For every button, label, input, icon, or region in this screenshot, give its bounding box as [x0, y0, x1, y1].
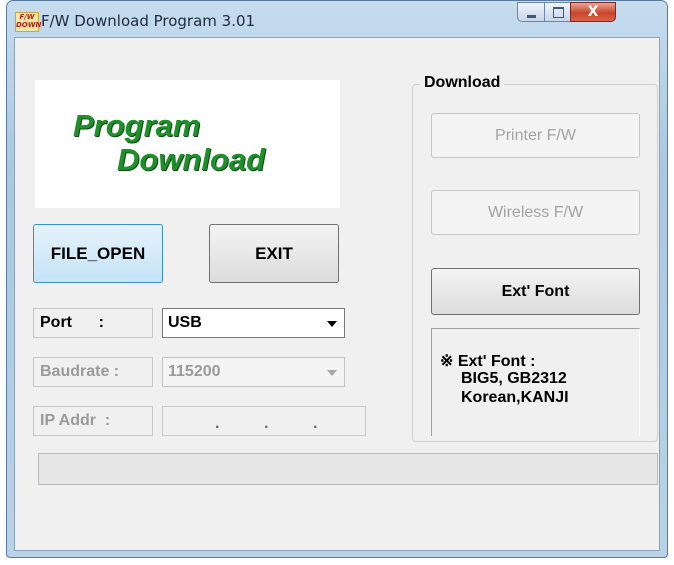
baudrate-value: 115200 [168, 363, 221, 380]
progress-bar [38, 453, 658, 485]
wireless-fw-button: Wireless F/W [431, 190, 640, 235]
title-bar[interactable]: F/W DOWN F/W Download Program 3.01 X [7, 1, 667, 37]
ip-separator: . [313, 415, 318, 432]
chevron-down-icon [327, 370, 337, 376]
app-window: F/W DOWN F/W Download Program 3.01 X Pro… [6, 0, 668, 558]
baudrate-label: Baudrate : [33, 357, 153, 387]
ext-font-info-title: ※ Ext' Font : [440, 353, 536, 370]
download-group-title: Download [420, 74, 505, 92]
ext-font-info-line: Korean,KANJI [461, 389, 569, 406]
program-download-logo: Program Download [35, 80, 340, 208]
close-button[interactable]: X [570, 2, 616, 22]
client-area: Program Download FILE_OPEN EXIT Port : U… [14, 37, 660, 551]
port-value: USB [168, 314, 202, 331]
exit-button[interactable]: EXIT [209, 224, 339, 283]
logo-line-1: Program [73, 108, 201, 143]
window-title: F/W Download Program 3.01 [41, 12, 256, 30]
app-icon-line-2: DOWN [16, 21, 42, 29]
port-select[interactable]: USB [162, 308, 345, 338]
ext-font-info-line: BIG5, GB2312 [461, 370, 567, 387]
ip-address-label: IP Addr : [33, 406, 153, 436]
file-open-button[interactable]: FILE_OPEN [33, 224, 163, 283]
baudrate-select: 115200 [162, 357, 345, 387]
printer-fw-button: Printer F/W [431, 113, 640, 158]
maximize-button[interactable] [544, 2, 571, 22]
close-icon: X [587, 4, 599, 20]
app-icon: F/W DOWN [15, 12, 42, 32]
ext-font-info: ※ Ext' Font : BIG5, GB2312 Korean,KANJI [431, 328, 640, 436]
port-label: Port : [33, 308, 153, 338]
chevron-down-icon[interactable] [327, 321, 337, 327]
ext-font-button[interactable]: Ext' Font [431, 268, 640, 315]
app-icon-line-1: F/W [19, 13, 35, 21]
ip-separator: . [215, 415, 220, 432]
ip-separator: . [264, 415, 269, 432]
logo-line-2: Download [117, 142, 266, 177]
ip-address-field: . . . [162, 406, 366, 436]
minimize-button[interactable] [517, 2, 545, 22]
